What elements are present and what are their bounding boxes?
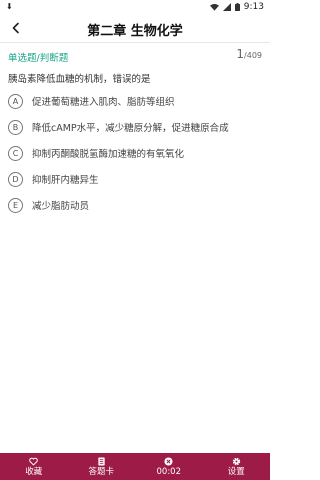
option-letter-badge: E: [8, 197, 23, 213]
page-title: 第二章 生物化学: [87, 24, 183, 39]
question-type-label: 单选题/判断题: [8, 53, 69, 64]
status-bar: ⬇ 9:13: [0, 0, 270, 14]
tab-label: 答题卡: [88, 467, 114, 478]
tab-settings[interactable]: 设置: [203, 453, 271, 480]
option-e[interactable]: E 减少脂肪动员: [8, 196, 262, 214]
download-icon: ⬇: [6, 2, 13, 11]
option-a[interactable]: A 促进葡萄糖进入肌肉、脂肪等组织: [8, 92, 262, 110]
option-letter-badge: D: [8, 171, 23, 187]
option-b[interactable]: B 降低cAMP水平，减少糖原分解，促进糖原合成: [8, 118, 262, 136]
tab-label: 收藏: [25, 467, 43, 478]
option-letter-badge: A: [8, 93, 23, 109]
heart-icon: [29, 456, 39, 466]
timer-icon: [164, 456, 173, 466]
battery-icon: [234, 3, 240, 11]
option-text: 减少脂肪动员: [32, 201, 90, 212]
option-letter-badge: B: [8, 119, 23, 135]
answer-card-icon: [97, 456, 106, 466]
current-question-number: 1: [236, 47, 245, 61]
tab-label: 设置: [227, 467, 245, 478]
option-text: 降低cAMP水平，减少糖原分解，促进糖原合成: [32, 123, 229, 134]
option-text: 促进葡萄糖进入肌肉、脂肪等组织: [32, 97, 175, 108]
gear-icon: [232, 456, 241, 466]
timer-value: 00:02: [156, 467, 182, 478]
tab-favorite[interactable]: 收藏: [0, 453, 68, 480]
question-text: 胰岛素降低血糖的机制，错误的是: [8, 74, 151, 85]
tab-timer[interactable]: 00:02: [135, 453, 203, 480]
signal-icon: [222, 3, 231, 11]
wifi-icon: [209, 3, 219, 11]
option-d[interactable]: D 抑制肝内糖异生: [8, 170, 262, 188]
tab-answer-card[interactable]: 答题卡: [68, 453, 136, 480]
option-text: 抑制丙酮酸脱氢酶加速糖的有氧氧化: [32, 149, 185, 160]
option-c[interactable]: C 抑制丙酮酸脱氢酶加速糖的有氧氧化: [8, 144, 262, 162]
option-letter-badge: C: [8, 145, 23, 161]
status-right: 9:13: [209, 2, 264, 12]
question-counter: 1/409: [236, 47, 262, 61]
option-text: 抑制肝内糖异生: [32, 175, 99, 186]
total-question-count: /409: [244, 51, 262, 60]
status-time: 9:13: [243, 2, 264, 12]
app-header: 第二章 生物化学: [0, 14, 270, 42]
header-divider: [0, 42, 270, 43]
bottom-tab-bar: 收藏 答题卡 00:02 设置: [0, 453, 270, 480]
